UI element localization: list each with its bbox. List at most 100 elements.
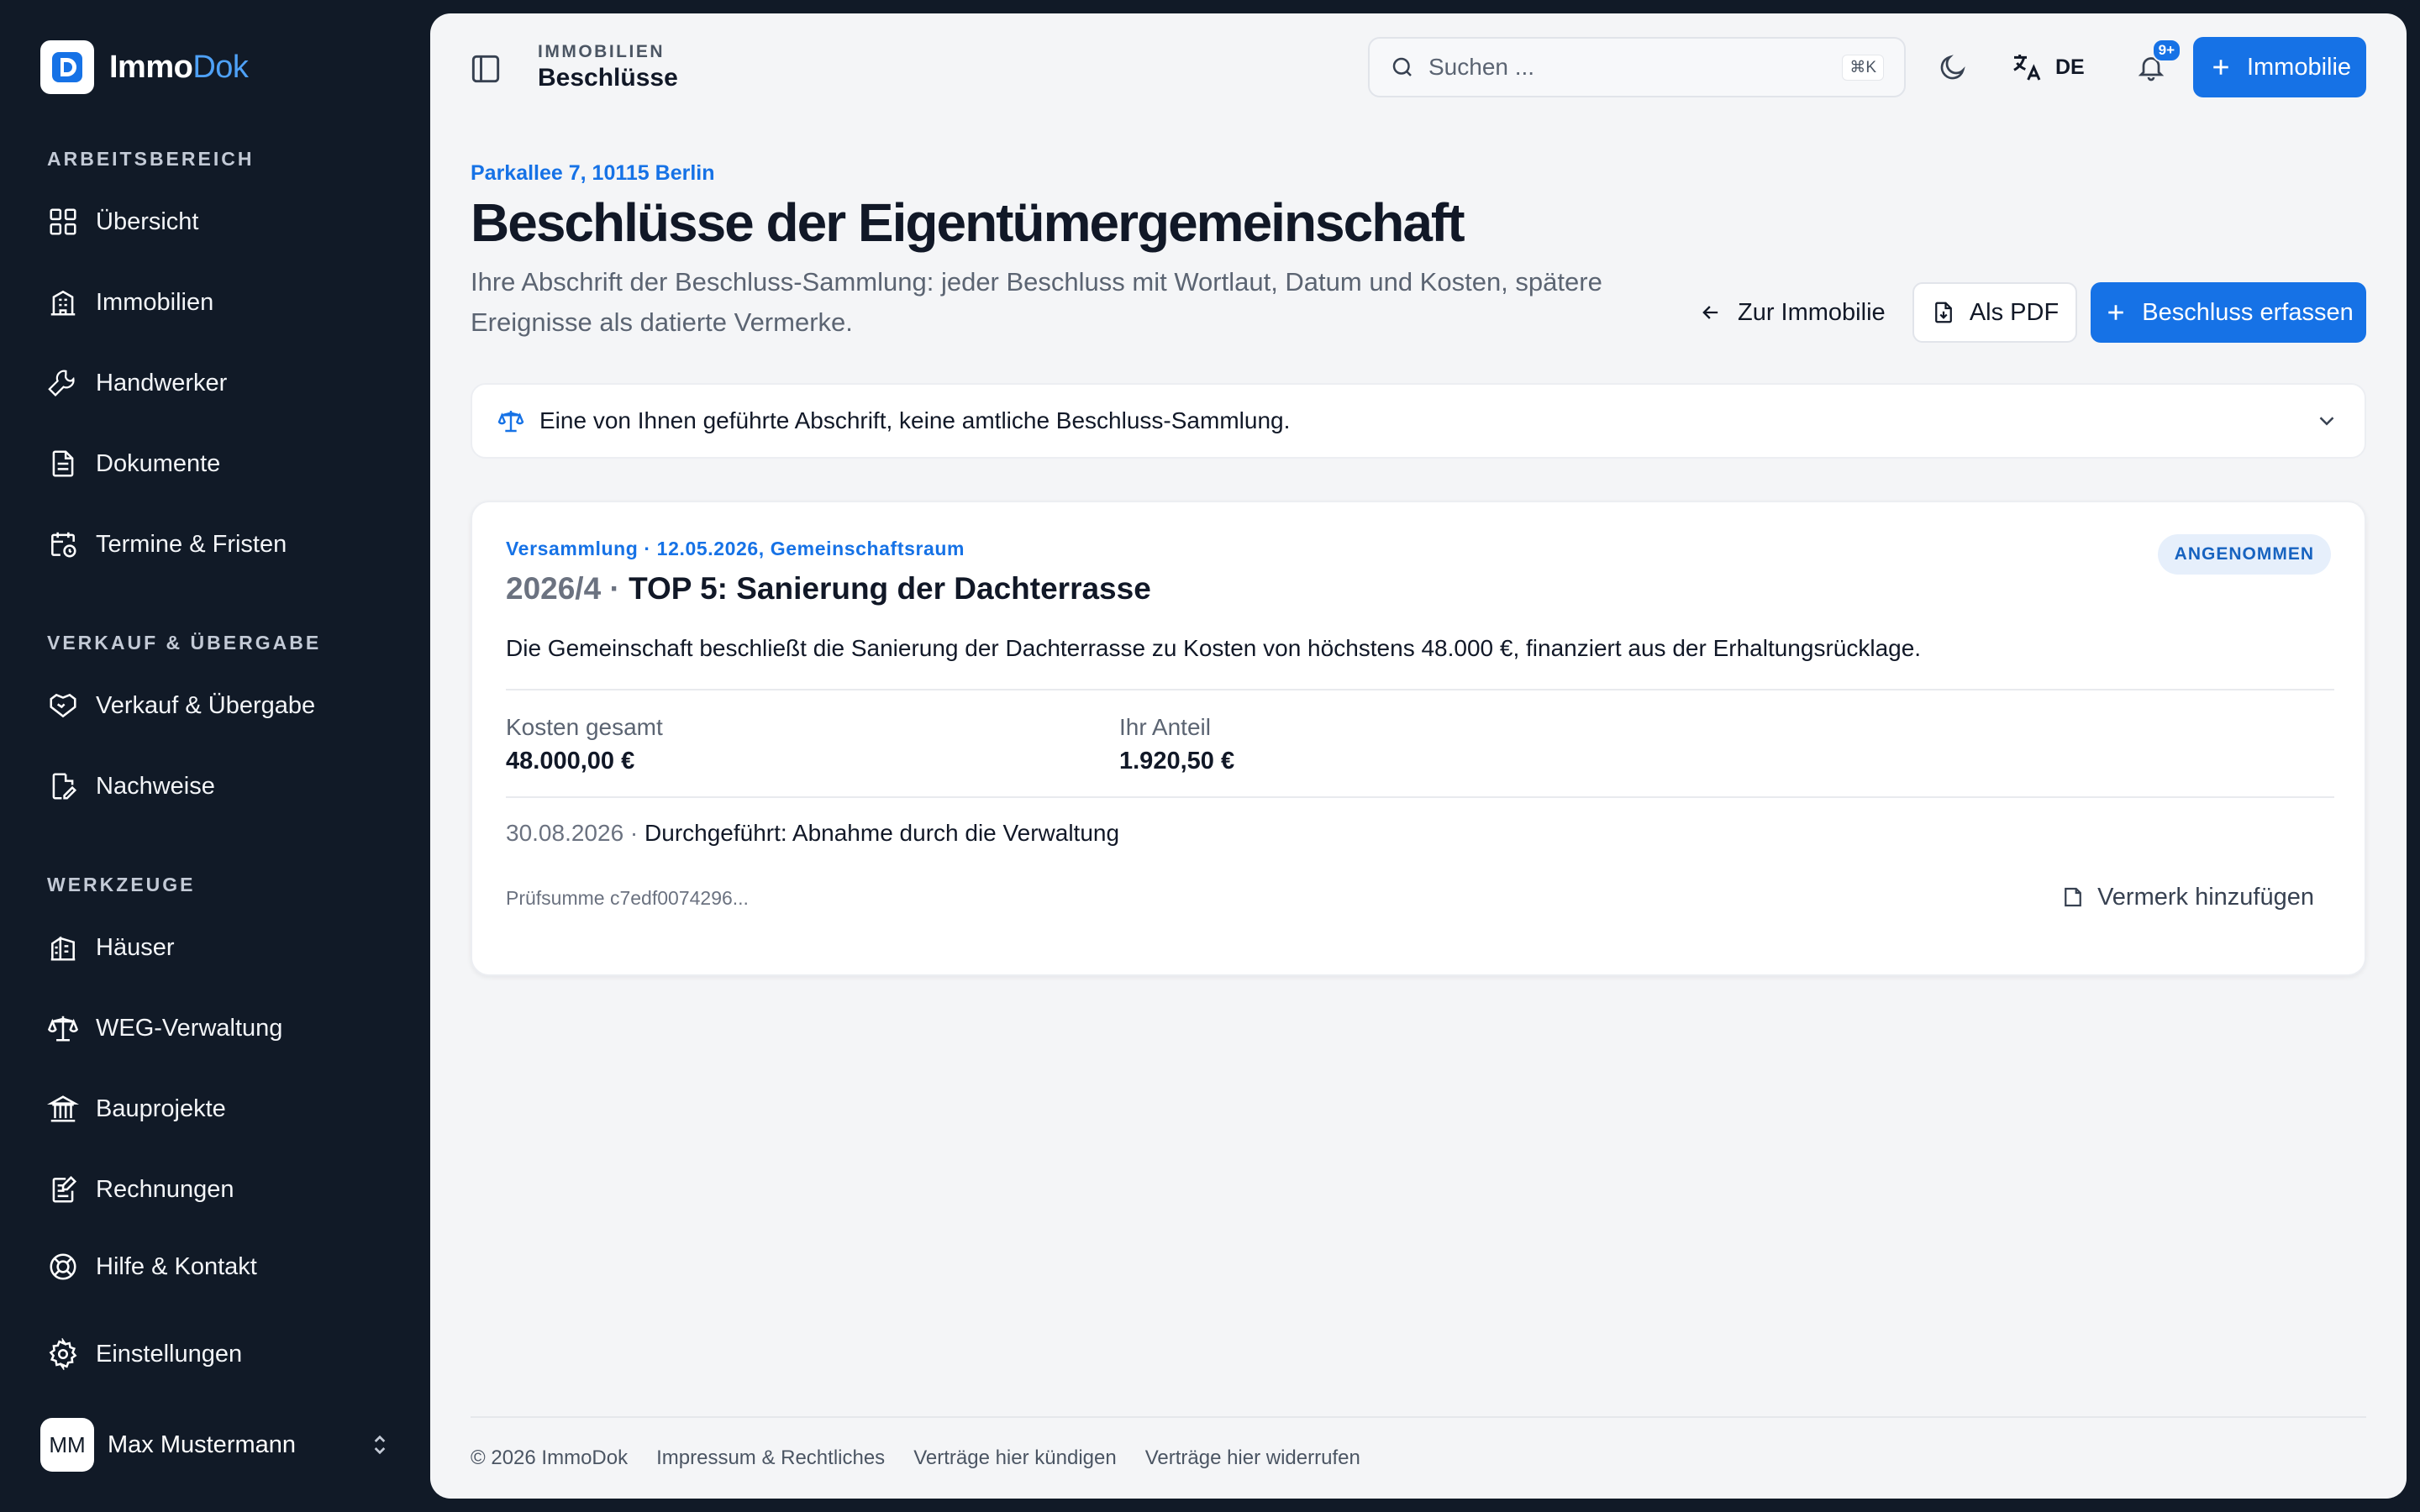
sidebar-item-label: Dokumente	[96, 449, 221, 477]
receipt-edit-icon	[52, 1175, 77, 1203]
resolution-card: Versammlung · 12.05.2026, Gemeinschaftsr…	[471, 501, 2366, 976]
arrow-left-icon	[1702, 306, 1718, 319]
page-heading: Beschlüsse	[538, 64, 678, 92]
pdf-button-label: Als PDF	[1969, 298, 2060, 326]
sidebar-item-label: Einstellungen	[96, 1340, 243, 1368]
footer-link-impressum[interactable]: Impressum & Rechtliches	[656, 1446, 885, 1470]
lifebuoy-icon	[50, 1253, 76, 1280]
search-icon	[1392, 57, 1412, 76]
sidebar-item-label: Übersicht	[96, 207, 199, 235]
page-title: Beschlüsse der Eigentümergemeinschaft	[471, 192, 1465, 253]
add-note-label: Vermerk hinzufügen	[2097, 883, 2314, 911]
sidebar-toggle-button[interactable]	[467, 50, 504, 87]
calendar-clock-icon	[51, 532, 76, 558]
sidebar-item-label: Termine & Fristen	[96, 530, 287, 558]
page-subtitle: Ihre Abschrift der Beschluss-Sammlung: j…	[471, 267, 1602, 337]
divider	[506, 796, 2334, 798]
resolution-title: 2026/4 · TOP 5: Sanierung der Dachterras…	[506, 571, 1151, 606]
main-panel: IMMOBILIEN Beschlüsse ⌘K DE 9+ Immobilie…	[430, 13, 2407, 1499]
brand[interactable]: ImmoDok	[40, 40, 249, 94]
logo-icon	[40, 40, 94, 94]
grid-icon	[50, 208, 76, 235]
add-property-label: Immobilie	[2246, 53, 2352, 81]
sidebar-item-einstellungen[interactable]: Einstellungen	[37, 1327, 407, 1381]
notification-badge: 9+	[2151, 39, 2181, 62]
topbar: IMMOBILIEN Beschlüsse ⌘K DE 9+ Immobilie	[430, 13, 2407, 121]
add-resolution-label: Beschluss erfassen	[2142, 298, 2354, 326]
total-cost: Kosten gesamt 48.000,00 €	[506, 714, 663, 774]
language-label: DE	[2055, 55, 2085, 79]
landmark-icon	[47, 1095, 79, 1122]
search-input[interactable]	[1428, 54, 1829, 81]
sidebar-item-label: WEG-Verwaltung	[96, 1014, 283, 1042]
footer: © 2026 ImmoDok Impressum & Rechtliches V…	[471, 1446, 1360, 1470]
sidebar-item-immobilien[interactable]: Immobilien	[37, 276, 407, 329]
section-label-werkzeuge: WERKZEUGE	[47, 874, 196, 895]
your-share: Ihr Anteil 1.920,50 €	[1119, 714, 1235, 774]
document-icon	[52, 450, 74, 477]
sidebar-item-label: Handwerker	[96, 369, 228, 396]
sidebar-item-label: Hilfe & Kontakt	[96, 1252, 257, 1280]
sidebar-item-label: Bauprojekte	[96, 1095, 226, 1122]
export-pdf-button[interactable]: Als PDF	[1912, 282, 2077, 343]
search-shortcut: ⌘K	[1842, 54, 1884, 81]
theme-toggle-button[interactable]	[1933, 47, 1973, 87]
chevron-down-icon	[2319, 417, 2334, 426]
add-property-button[interactable]: Immobilie	[2193, 37, 2366, 97]
brand-name: ImmoDok	[109, 49, 249, 85]
sidebar-item-weg[interactable]: WEG-Verwaltung	[37, 1001, 407, 1055]
checksum: Prüfsumme c7edf0074296...	[506, 887, 749, 909]
sidebar-item-rechnungen[interactable]: Rechnungen	[37, 1163, 407, 1216]
translate-icon	[2013, 55, 2041, 81]
scale-icon	[497, 411, 524, 433]
sidebar-item-bauprojekte[interactable]: Bauprojekte	[37, 1082, 407, 1136]
breadcrumb: IMMOBILIEN	[538, 42, 665, 61]
footer-link-kuendigen[interactable]: Verträge hier kündigen	[913, 1446, 1117, 1470]
wrench-icon	[48, 370, 75, 396]
sidebar-item-verkauf[interactable]: Verkauf & Übergabe	[37, 679, 407, 732]
property-address-link[interactable]: Parkallee 7, 10115 Berlin	[471, 161, 715, 186]
user-menu[interactable]: MM Max Mustermann	[40, 1418, 393, 1472]
sidebar-item-dokumente[interactable]: Dokumente	[37, 437, 407, 491]
back-button-label: Zur Immobilie	[1738, 298, 1886, 326]
resolution-meta: Versammlung · 12.05.2026, Gemeinschaftsr…	[506, 538, 965, 559]
add-resolution-button[interactable]: Beschluss erfassen	[2091, 282, 2366, 343]
copyright: © 2026 ImmoDok	[471, 1446, 629, 1469]
sidebar-item-label: Verkauf & Übergabe	[96, 691, 316, 719]
add-note-button[interactable]: Vermerk hinzufügen	[2060, 879, 2314, 916]
section-label-arbeitsbereich: ARBEITSBEREICH	[47, 148, 255, 170]
language-button[interactable]: DE	[2010, 47, 2085, 87]
sidebar-item-hilfe[interactable]: Hilfe & Kontakt	[37, 1240, 407, 1294]
building-icon	[50, 290, 76, 316]
sidebar-item-label: Nachweise	[96, 772, 215, 800]
sidebar: ImmoDok ARBEITSBEREICH Übersicht Immobil…	[0, 0, 430, 1512]
sidebar-item-nachweise[interactable]: Nachweise	[37, 759, 407, 813]
back-to-property-button[interactable]: Zur Immobilie	[1682, 282, 1902, 343]
plus-icon	[2213, 60, 2228, 75]
handshake-icon	[50, 693, 76, 718]
status-badge: ANGENOMMEN	[2157, 534, 2331, 575]
avatar: MM	[40, 1418, 94, 1472]
note-icon	[2065, 887, 2081, 907]
sidebar-item-uebersicht[interactable]: Übersicht	[37, 195, 407, 249]
search-box[interactable]: ⌘K	[1368, 37, 1906, 97]
notifications-button[interactable]: 9+	[2131, 39, 2181, 87]
sidebar-toggle-icon	[471, 55, 500, 83]
footer-link-widerrufen[interactable]: Verträge hier widerrufen	[1145, 1446, 1360, 1470]
buildings-icon	[50, 936, 76, 961]
sidebar-item-label: Rechnungen	[96, 1175, 234, 1203]
sidebar-item-handwerker[interactable]: Handwerker	[37, 356, 407, 410]
scale-icon	[47, 1016, 79, 1042]
resolution-text: Die Gemeinschaft beschließt die Sanierun…	[506, 635, 1922, 661]
plus-icon	[2108, 305, 2124, 320]
sidebar-item-haeuser[interactable]: Häuser	[37, 921, 407, 974]
file-download-icon	[1934, 302, 1952, 323]
disclaimer-notice[interactable]: Eine von Ihnen geführte Abschrift, keine…	[471, 383, 2366, 459]
user-name: Max Mustermann	[108, 1431, 297, 1458]
chevrons-up-down-icon	[374, 1435, 386, 1455]
sidebar-item-termine[interactable]: Termine & Fristen	[37, 517, 407, 571]
sidebar-item-label: Häuser	[96, 933, 175, 961]
sidebar-item-label: Immobilien	[96, 288, 214, 316]
divider	[506, 689, 2334, 690]
resolution-event: 30.08.2026 · Durchgeführt: Abnahme durch…	[506, 820, 1120, 846]
